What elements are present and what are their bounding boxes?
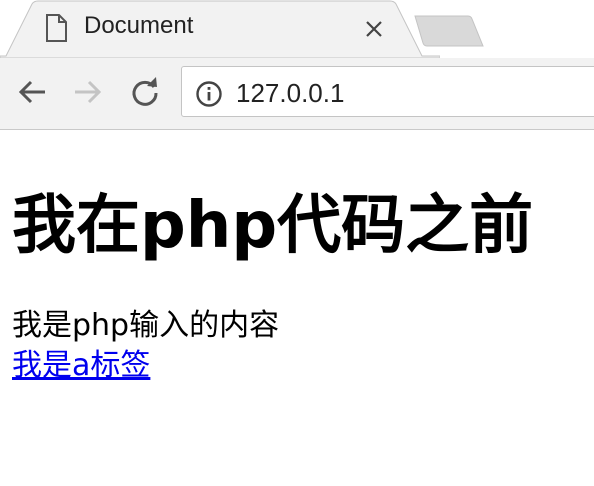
back-arrow-icon[interactable] xyxy=(16,76,48,108)
document-icon xyxy=(44,14,68,47)
tab-title: Document xyxy=(84,12,194,39)
close-icon[interactable] xyxy=(362,17,386,41)
tab-strip: Document xyxy=(0,0,594,58)
php-output-text: 我是php输入的内容 xyxy=(12,308,280,343)
url-text[interactable]: 127.0.0.1 xyxy=(236,78,344,109)
address-bar[interactable]: 127.0.0.1 xyxy=(181,66,594,117)
page-heading: 我在php代码之前 xyxy=(12,189,534,263)
anchor-link[interactable]: 我是a标签 xyxy=(12,348,150,384)
browser-toolbar: 127.0.0.1 xyxy=(0,58,594,130)
forward-arrow-icon[interactable] xyxy=(72,76,104,108)
info-icon[interactable] xyxy=(195,80,223,113)
page-content: 我在php代码之前 我是php输入的内容 我是a标签 xyxy=(12,130,594,486)
reload-icon[interactable] xyxy=(129,76,161,108)
new-tab-icon[interactable] xyxy=(413,14,485,53)
